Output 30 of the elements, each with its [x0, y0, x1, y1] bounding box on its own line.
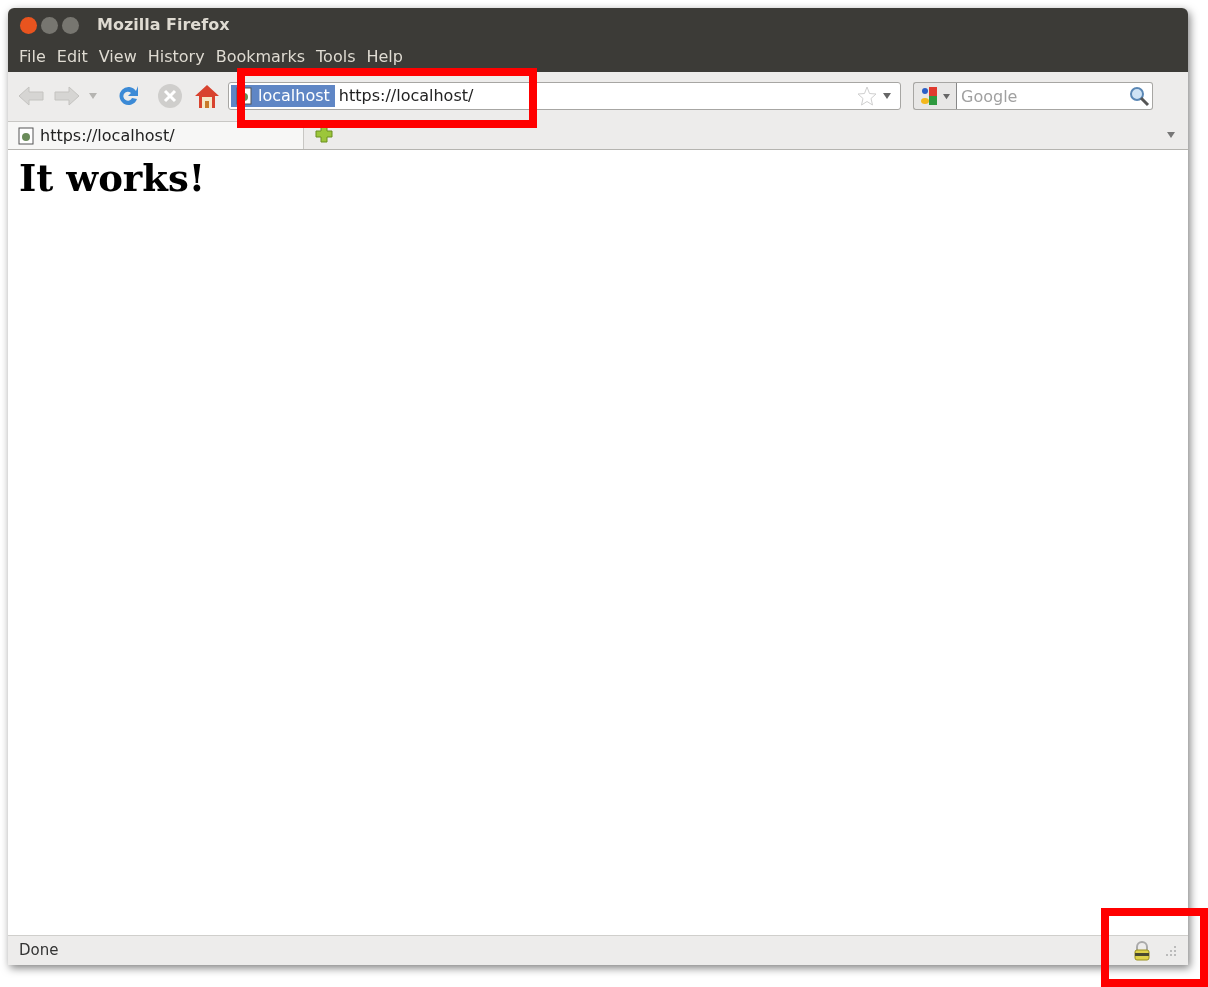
menu-item[interactable]: View	[93, 43, 142, 71]
address-field[interactable]: localhost https://localhost/	[228, 82, 901, 110]
window-title: Mozilla Firefox	[97, 14, 230, 36]
search-engine-button[interactable]	[913, 82, 957, 110]
engine-logo-icon	[919, 86, 938, 106]
search-icon[interactable]	[1128, 85, 1150, 107]
menu-item[interactable]: File	[14, 43, 51, 71]
menu-item[interactable]: Tools	[311, 43, 361, 71]
site-identity-button[interactable]: localhost	[231, 85, 335, 107]
browser-tab[interactable]: https://localhost/	[8, 121, 304, 149]
menu-item[interactable]: History	[142, 43, 210, 71]
resize-grip-icon[interactable]	[1165, 944, 1177, 957]
menu-item[interactable]: Bookmarks	[210, 43, 311, 71]
padlock-icon[interactable]	[1133, 940, 1151, 961]
menu-item[interactable]: Help	[361, 43, 408, 71]
search-field[interactable]: Google	[957, 82, 1153, 110]
url-text: https://localhost/	[338, 85, 474, 107]
page-icon	[18, 126, 34, 145]
home-icon[interactable]	[194, 82, 220, 110]
maximize-button[interactable]	[62, 16, 79, 34]
dropdown-caret-icon	[941, 92, 951, 100]
status-text: Done	[19, 940, 59, 962]
tab-list-caret-icon[interactable]	[1166, 131, 1176, 139]
menu-item[interactable]: Edit	[51, 43, 93, 71]
dropdown-caret-icon[interactable]	[882, 92, 892, 100]
page-heading: It works!	[19, 158, 205, 199]
close-button[interactable]	[20, 16, 37, 34]
star-icon[interactable]	[856, 85, 878, 107]
stop-icon[interactable]	[156, 82, 184, 110]
minimize-button[interactable]	[41, 16, 58, 34]
